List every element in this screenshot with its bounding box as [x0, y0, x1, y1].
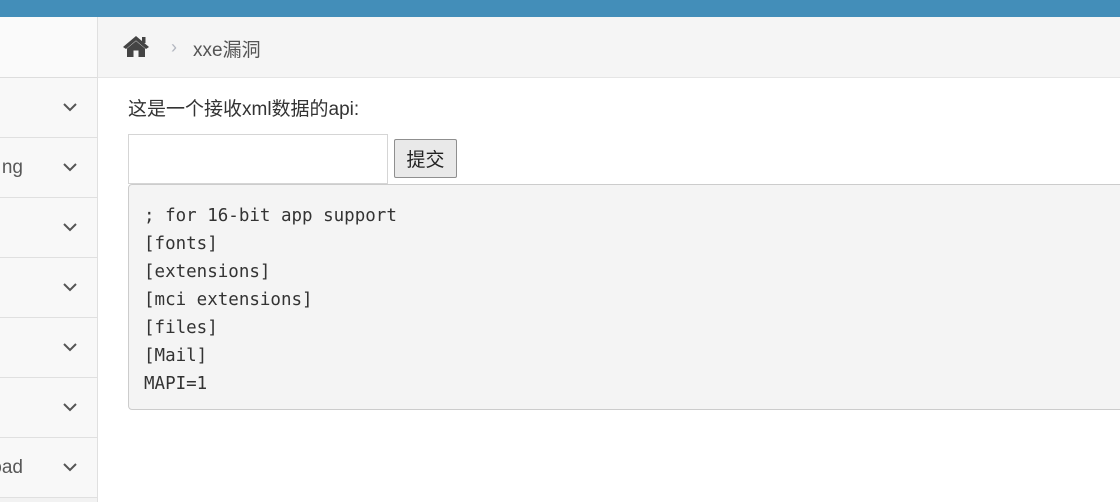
sidebar-item-label: ng — [1, 157, 23, 178]
top-navbar — [0, 0, 1120, 17]
chevron-down-icon — [63, 283, 77, 292]
output-line: [Mail] — [144, 346, 208, 366]
submit-button[interactable]: 提交 — [394, 139, 457, 178]
sidebar: ng load — [0, 17, 98, 502]
sidebar-shortcuts — [0, 17, 97, 78]
sidebar-item-2[interactable]: ng — [0, 138, 97, 198]
chevron-down-icon — [63, 403, 77, 412]
chevron-down-icon — [63, 103, 77, 112]
sidebar-item-5[interactable] — [0, 318, 97, 378]
chevron-down-icon — [63, 163, 77, 172]
sidebar-item-1[interactable] — [0, 78, 97, 138]
sidebar-item-6[interactable] — [0, 378, 97, 438]
breadcrumb: › xxe漏洞 — [98, 17, 1120, 78]
chevron-down-icon — [63, 343, 77, 352]
output-line: [fonts] — [144, 234, 218, 254]
output-line: [extensions] — [144, 262, 271, 282]
xml-input[interactable] — [128, 134, 388, 184]
output-line: [mci extensions] — [144, 290, 313, 310]
page-content: 这是一个接收xml数据的api: 提交 ; for 16-bit app sup… — [98, 78, 1120, 502]
chevron-down-icon — [63, 463, 77, 472]
sidebar-item-4[interactable] — [0, 258, 97, 318]
breadcrumb-separator-icon: › — [171, 37, 177, 57]
output-line: ; for 16-bit app support — [144, 206, 397, 226]
response-output: ; for 16-bit app support [fonts] [extensio… — [128, 184, 1120, 410]
chevron-down-icon — [63, 223, 77, 232]
output-line: [files] — [144, 318, 218, 338]
sidebar-item-7[interactable]: load — [0, 438, 97, 498]
output-line: MAPI=1 — [144, 374, 208, 394]
sidebar-item-label: load — [0, 457, 23, 478]
api-description: 这是一个接收xml数据的api: — [128, 99, 360, 120]
breadcrumb-current: xxe漏洞 — [193, 40, 261, 61]
sidebar-item-3[interactable] — [0, 198, 97, 258]
home-icon[interactable] — [122, 34, 150, 58]
